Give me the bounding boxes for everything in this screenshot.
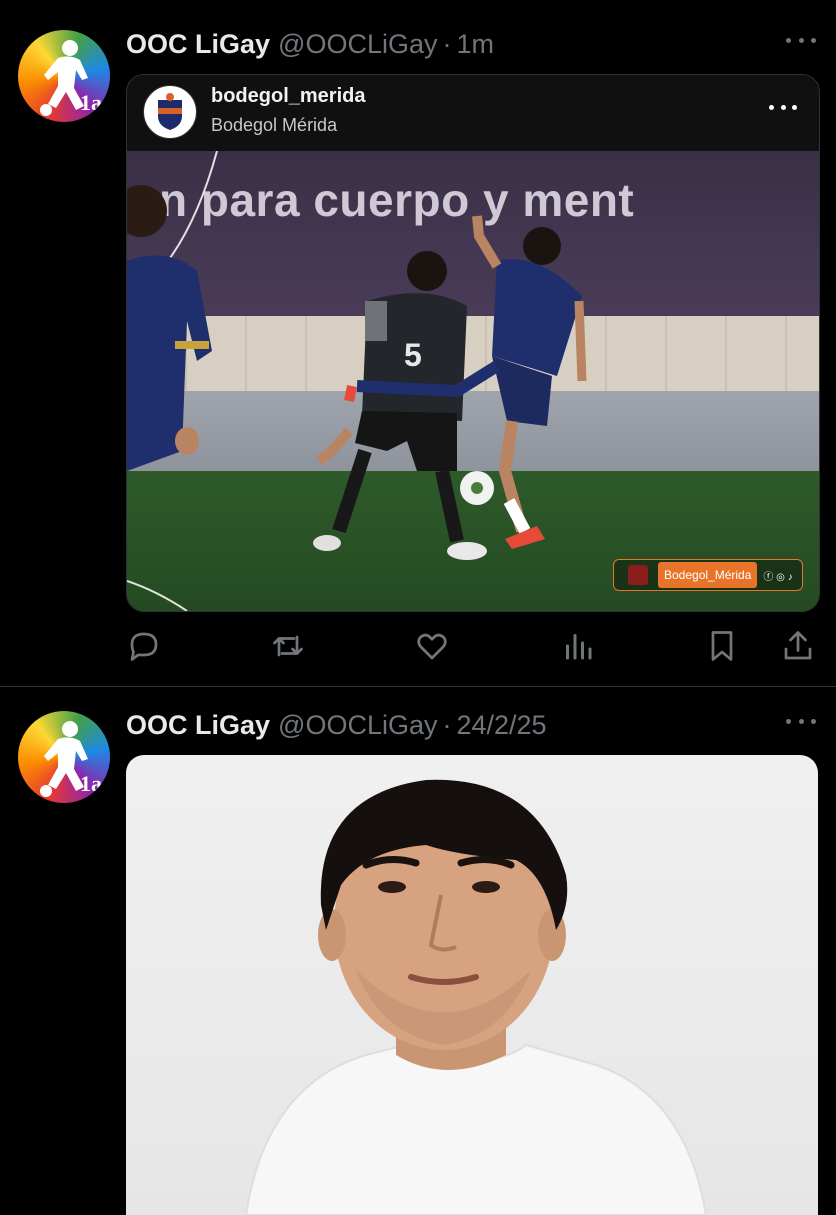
portrait-photo[interactable] bbox=[126, 755, 818, 1215]
avatar-text: 1a bbox=[80, 90, 102, 115]
avatar-text: 1a bbox=[80, 771, 102, 796]
views-icon[interactable] bbox=[560, 628, 596, 664]
portrait-illustration bbox=[244, 779, 708, 1215]
separator-dot: · bbox=[442, 28, 452, 59]
timestamp[interactable]: 1m bbox=[456, 29, 494, 60]
player-silhouette-icon: 1a bbox=[40, 40, 102, 116]
share-icon[interactable] bbox=[780, 628, 816, 664]
tweet-2[interactable]: 1a OOC LiGay @OOCLiGay · 24/2/25 bbox=[0, 687, 836, 1215]
embed-full-name: Bodegol Mérida bbox=[211, 115, 338, 135]
tweet-header: OOC LiGay @OOCLiGay · 24/2/25 bbox=[126, 705, 816, 745]
reply-icon[interactable] bbox=[126, 628, 162, 664]
instagram-embed-card[interactable]: bodegol_merida Bodegol Mérida n para cue… bbox=[126, 74, 820, 612]
handle[interactable]: @OOCLiGay bbox=[278, 29, 437, 60]
retweet-icon[interactable] bbox=[270, 628, 306, 664]
players-illustration: 5 bbox=[127, 151, 587, 611]
avatar[interactable]: 1a bbox=[18, 30, 110, 122]
bookmark-icon[interactable] bbox=[704, 628, 740, 664]
jersey-number: 5 bbox=[404, 337, 422, 373]
embed-header: bodegol_merida Bodegol Mérida bbox=[127, 75, 819, 151]
separator-dot: · bbox=[442, 709, 452, 740]
tweet-1[interactable]: 1a OOC LiGay @OOCLiGay · 1m bodegol_meri… bbox=[0, 0, 836, 687]
tweet-actions bbox=[126, 628, 816, 668]
embed-username[interactable]: bodegol_merida bbox=[211, 85, 365, 108]
player-silhouette-icon: 1a bbox=[40, 721, 102, 797]
handle[interactable]: @OOCLiGay bbox=[278, 710, 437, 741]
timestamp[interactable]: 24/2/25 bbox=[456, 710, 546, 741]
bodegol-logo[interactable] bbox=[143, 85, 197, 139]
like-icon[interactable] bbox=[414, 628, 450, 664]
match-photo[interactable]: n para cuerpo y ment 5 Bodegol_Mérida ⓕ … bbox=[127, 151, 819, 611]
more-options-icon[interactable] bbox=[786, 30, 816, 50]
watermark-badge-icon bbox=[628, 565, 648, 585]
photo-watermark: Bodegol_Mérida ⓕ ◎ ♪ bbox=[613, 559, 803, 591]
more-options-icon[interactable] bbox=[786, 711, 816, 731]
tweet-header: OOC LiGay @OOCLiGay · 1m bbox=[126, 24, 816, 64]
watermark-text: Bodegol_Mérida bbox=[658, 562, 758, 588]
embed-more-icon[interactable] bbox=[769, 105, 797, 111]
display-name[interactable]: OOC LiGay bbox=[126, 710, 270, 741]
shield-logo-icon bbox=[158, 93, 182, 130]
display-name[interactable]: OOC LiGay bbox=[126, 29, 270, 60]
watermark-social-icons: ⓕ ◎ ♪ bbox=[763, 571, 793, 583]
avatar[interactable]: 1a bbox=[18, 711, 110, 803]
